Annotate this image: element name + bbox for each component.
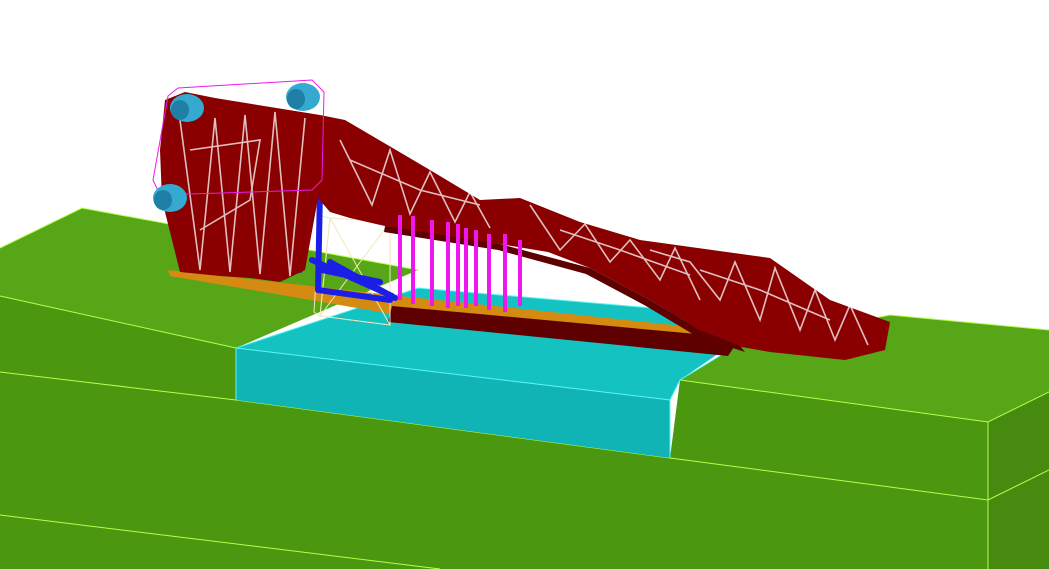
roller-top-right: [286, 83, 320, 111]
bridge-launch-model: [0, 79, 1049, 569]
roller-bottom-left: [153, 184, 187, 212]
roller-top-left: [170, 94, 204, 122]
3d-viewport: [0, 0, 1049, 569]
right-block-side: [988, 392, 1049, 569]
